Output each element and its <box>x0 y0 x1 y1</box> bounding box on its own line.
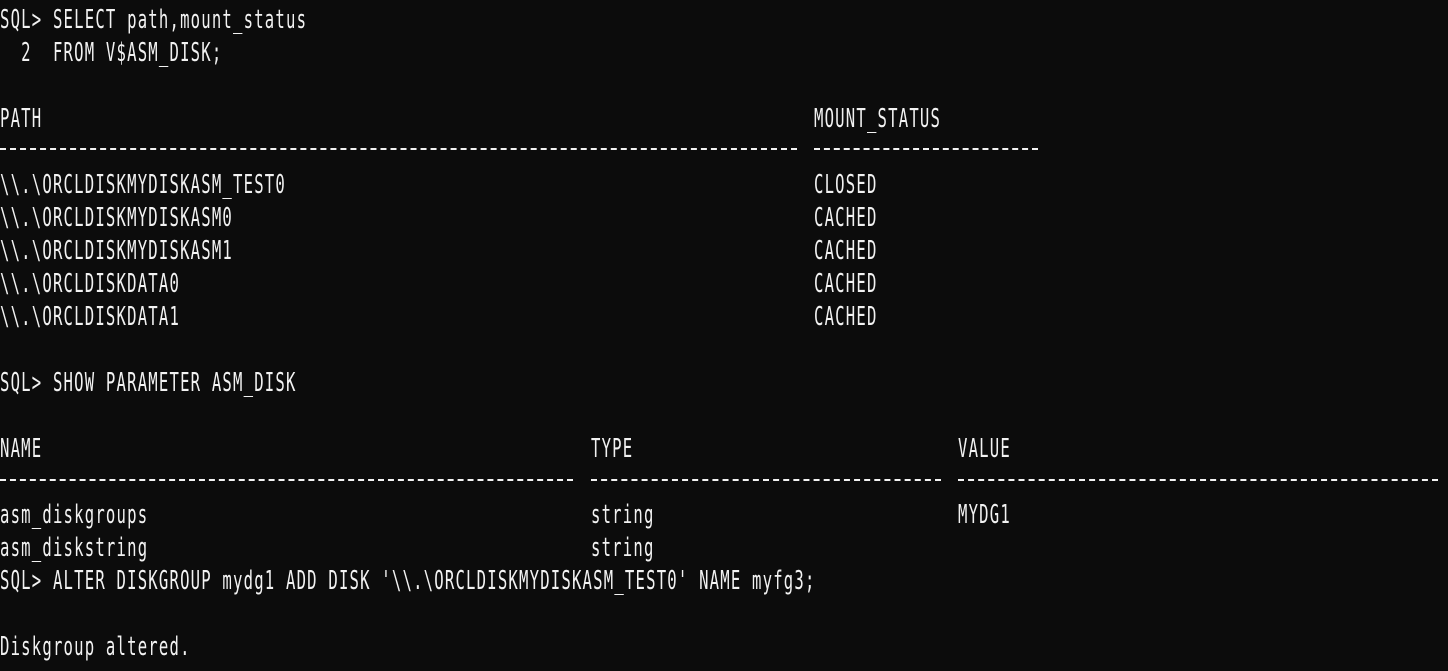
sql-command-show-parameter: SQL> SHOW PARAMETER ASM_DISK <box>0 368 297 398</box>
header-divider <box>814 148 1038 150</box>
column-header-value: VALUE <box>958 434 1011 464</box>
table-row-path: \\.\ORCLDISKMYDISKASM_TEST0 <box>0 170 286 200</box>
table-row-status: CACHED <box>814 236 878 266</box>
table-row-path: \\.\ORCLDISKMYDISKASM1 <box>0 236 234 266</box>
table-row-value: MYDG1 <box>958 500 1011 530</box>
table-row-path: \\.\ORCLDISKDATA1 <box>0 302 181 332</box>
sql-command-continuation: 2 FROM V$ASM_DISK; <box>0 38 223 68</box>
terminal-window[interactable]: SQL> SELECT path,mount_status 2 FROM V$A… <box>0 0 1448 671</box>
table-row-path: \\.\ORCLDISKMYDISKASM0 <box>0 203 234 233</box>
column-header-name: NAME <box>0 434 43 464</box>
sql-command-alter-diskgroup: SQL> ALTER DISKGROUP mydg1 ADD DISK '\\.… <box>0 566 816 596</box>
table-row-status: CACHED <box>814 269 878 299</box>
sql-command-select: SQL> SELECT path,mount_status <box>0 5 308 35</box>
table-row-name: asm_diskstring <box>0 533 149 563</box>
table-row-path: \\.\ORCLDISKDATA0 <box>0 269 181 299</box>
table-row-name: asm_diskgroups <box>0 500 149 530</box>
header-divider <box>958 479 1438 481</box>
command-result-message: Diskgroup altered. <box>0 632 191 662</box>
table-row-status: CACHED <box>814 302 878 332</box>
column-header-path: PATH <box>0 104 43 134</box>
column-header-mount-status: MOUNT_STATUS <box>814 104 942 134</box>
table-row-type: string <box>591 500 655 530</box>
header-divider <box>0 479 573 481</box>
table-row-status: CACHED <box>814 203 878 233</box>
header-divider <box>0 148 797 150</box>
header-divider <box>591 479 941 481</box>
table-row-status: CLOSED <box>814 170 878 200</box>
column-header-type: TYPE <box>591 434 634 464</box>
table-row-type: string <box>591 533 655 563</box>
